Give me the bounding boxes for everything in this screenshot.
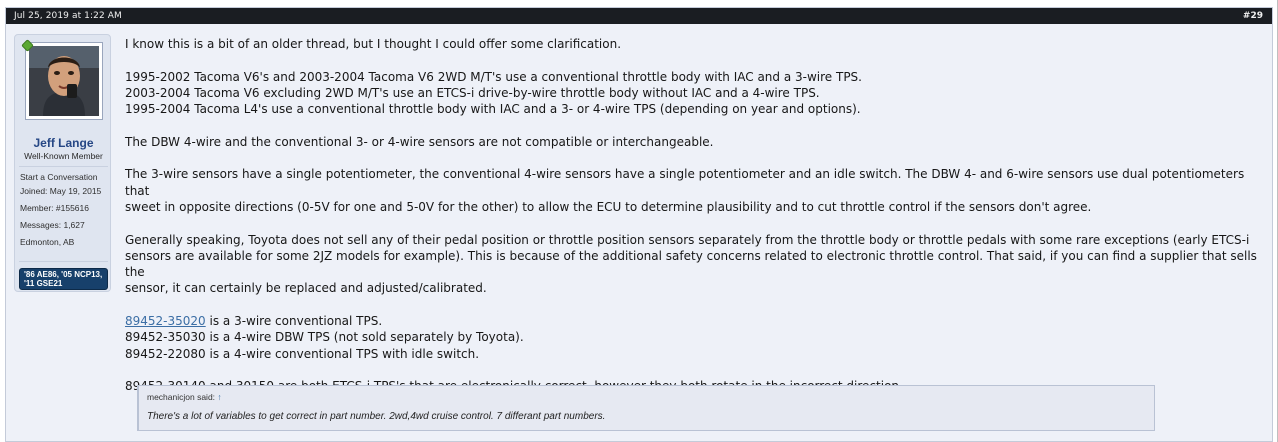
message-text: is a 3-wire conventional TPS. — [205, 314, 383, 329]
message-line: 89452-22080 is a 4-wire conventional TPS… — [125, 346, 480, 361]
user-info-panel: Jeff Lange Well-Known Member Start a Con… — [14, 34, 111, 292]
message-paragraph: I know this is a bit of an older thread,… — [125, 37, 622, 51]
message-body: I know this is a bit of an older thread,… — [125, 36, 1265, 395]
joined-date: Joined: May 19, 2015 — [20, 186, 102, 196]
member-number: Member: #155616 — [20, 203, 89, 213]
avatar-image — [29, 46, 99, 116]
quote-attribution: mechanicjon said: ↑ — [147, 392, 222, 402]
message-line: 1995-2004 Tacoma L4's use a conventional… — [125, 102, 861, 117]
divider — [19, 261, 108, 262]
quote-author: mechanicjon said: — [147, 392, 218, 402]
avatar[interactable] — [25, 42, 103, 120]
post-number[interactable]: #29 — [1243, 11, 1263, 21]
post-date[interactable]: Jul 25, 2019 at 1:22 AM — [14, 11, 122, 21]
message-line: sweet in opposite directions (0-5V for o… — [125, 199, 1092, 214]
quote-jump-icon[interactable]: ↑ — [217, 392, 221, 402]
message-count: Messages: 1,627 — [20, 220, 85, 230]
message-line: sensors are available for some 2JZ model… — [125, 248, 1257, 280]
quote-text: There's a lot of variables to get correc… — [147, 411, 606, 422]
divider — [19, 166, 108, 167]
message-line: Generally speaking, Toyota does not sell… — [125, 232, 1250, 247]
message-paragraph: The DBW 4-wire and the conventional 3- o… — [125, 134, 714, 149]
message-line: The 3-wire sensors have a single potenti… — [125, 167, 1245, 198]
message-line: 89452-35030 is a 4-wire DBW TPS (not sol… — [125, 330, 524, 345]
vehicle-badge: '86 AE86, '05 NCP13, '11 GSE21 — [19, 268, 108, 290]
start-conversation-link[interactable]: Start a Conversation — [20, 172, 97, 182]
message-line: sensor, it can certainly be replaced and… — [125, 281, 487, 296]
username[interactable]: Jeff Lange — [15, 136, 112, 150]
part-number-link[interactable]: 89452-35020 — [125, 314, 206, 328]
user-title: Well-Known Member — [24, 151, 103, 161]
post-header-bar: Jul 25, 2019 at 1:22 AM #29 — [6, 8, 1272, 24]
user-location: Edmonton, AB — [20, 237, 75, 247]
quote-block: mechanicjon said: ↑ There's a lot of var… — [137, 385, 1155, 431]
message-line: 2003-2004 Tacoma V6 excluding 2WD M/T's … — [125, 85, 820, 100]
message-line: 1995-2002 Tacoma V6's and 2003-2004 Taco… — [125, 69, 862, 84]
post-container: Jul 25, 2019 at 1:22 AM #29 Jeff Lange W… — [5, 7, 1273, 442]
message-line: 89452-35020 is a 3-wire conventional TPS… — [125, 313, 1265, 329]
